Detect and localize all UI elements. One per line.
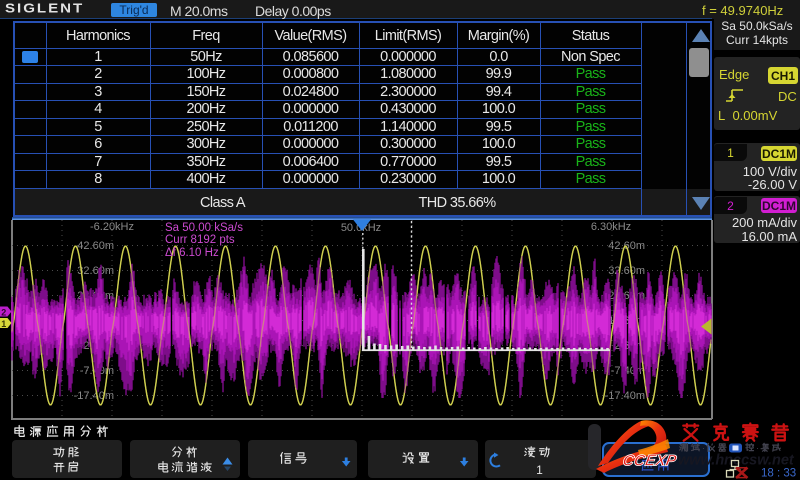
svg-text:·: · [756, 443, 759, 453]
svg-text:·: · [702, 443, 705, 453]
svg-text:18 : 33: 18 : 33 [761, 468, 796, 480]
svg-text:CCEXP: CCEXP [621, 453, 678, 470]
